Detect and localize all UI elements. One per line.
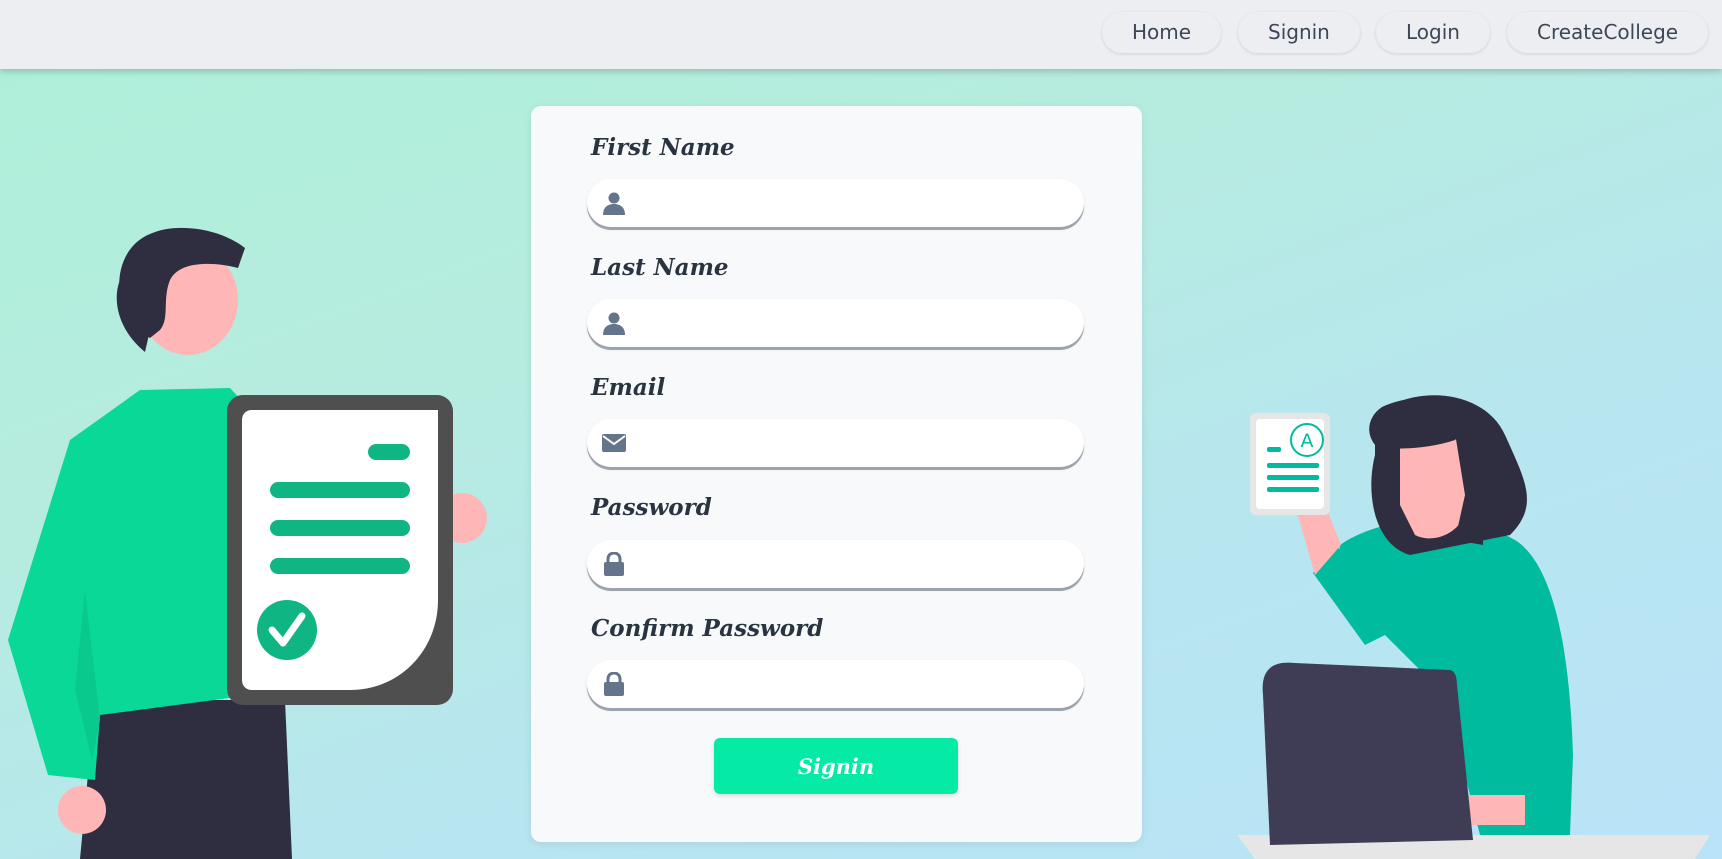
grade-letter: A <box>1301 430 1314 452</box>
email-field[interactable] <box>587 419 1084 467</box>
woman-with-laptop-illustration: A <box>1237 395 1710 859</box>
last-name-field[interactable] <box>587 299 1084 347</box>
lock-icon <box>604 672 624 696</box>
last-name-label: Last Name <box>591 254 729 281</box>
man-with-document-illustration <box>8 227 487 859</box>
confirm-password-label: Confirm Password <box>591 615 824 642</box>
user-icon <box>603 312 625 335</box>
signin-submit-button[interactable]: Signin <box>714 738 958 794</box>
first-name-field[interactable] <box>587 179 1084 227</box>
password-label: Password <box>591 494 712 521</box>
confirm-password-input[interactable] <box>637 666 1071 704</box>
nav-login-link[interactable]: Login <box>1376 12 1490 53</box>
confirm-password-field[interactable] <box>587 660 1084 708</box>
signup-form-card: First Name Last Name Email Password Conf… <box>531 106 1142 842</box>
user-icon <box>603 192 625 215</box>
email-input[interactable] <box>637 425 1071 463</box>
last-name-input[interactable] <box>637 305 1071 343</box>
envelope-icon <box>602 434 626 452</box>
nav-signin-link[interactable]: Signin <box>1238 12 1360 53</box>
password-input[interactable] <box>637 546 1071 584</box>
first-name-label: First Name <box>591 134 735 161</box>
lock-icon <box>604 552 624 576</box>
password-field[interactable] <box>587 540 1084 588</box>
top-navbar: Home Signin Login CreateCollege <box>0 0 1722 69</box>
email-label: Email <box>591 374 666 401</box>
nav-home-link[interactable]: Home <box>1102 12 1222 53</box>
nav-createcollege-link[interactable]: CreateCollege <box>1507 12 1709 53</box>
first-name-input[interactable] <box>637 185 1071 223</box>
